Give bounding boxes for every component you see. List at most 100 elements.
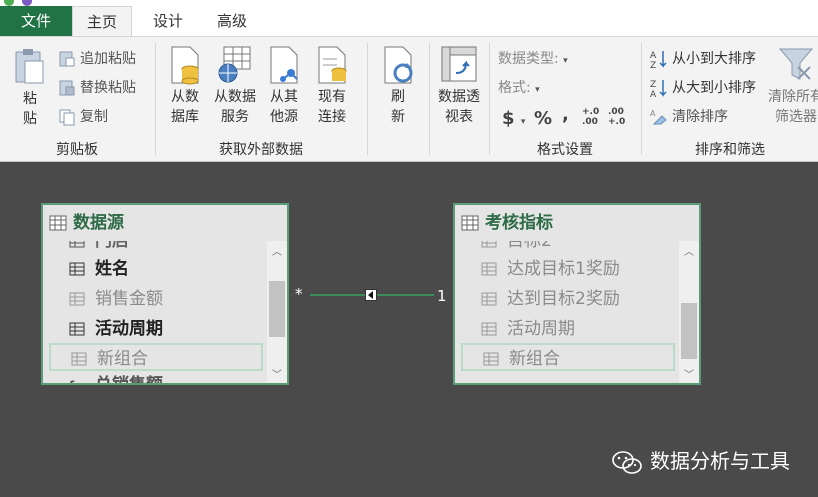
clear-sort-button[interactable]: A 清除排序 — [650, 105, 728, 129]
vertical-scrollbar[interactable]: ︿ ﹀ — [267, 241, 287, 383]
other-sources-icon — [270, 46, 298, 84]
format-group: 数据类型: ▾ 格式: ▾ $ ▾ % , +.0 .00 .00 +.0 格式… — [490, 37, 640, 163]
table-icon — [49, 215, 67, 231]
paste-label: 粘贴 — [23, 91, 37, 127]
column-label: 总销售额 — [95, 375, 163, 383]
sort-descending-button[interactable]: Z A 从大到小排序 — [650, 76, 756, 100]
column-item[interactable]: fx 总销售额 — [49, 371, 263, 383]
table-card-header[interactable]: 数据源 — [43, 205, 287, 241]
column-item-selected[interactable]: 新组合 — [49, 343, 263, 371]
increase-decimal-button[interactable]: +.0 .00 — [582, 107, 604, 131]
column-icon — [481, 262, 497, 276]
existing-connections-label: 现有连接 — [318, 89, 346, 125]
pivot-table-button[interactable]: 数据透视表 — [434, 45, 484, 127]
table-card-data-source[interactable]: 数据源 门店 姓名 销售金额 活动周期 新组合 fx 总销售额 ︿ ﹀ — [41, 203, 289, 385]
chevron-down-icon: ▾ — [535, 85, 540, 95]
clear-all-filters-button[interactable]: 清除所有筛选器 — [768, 45, 818, 127]
chevron-up-icon[interactable]: ︿ — [267, 243, 287, 258]
column-label: 活动周期 — [507, 319, 575, 339]
refresh-icon — [384, 46, 413, 84]
data-service-icon — [218, 46, 251, 83]
from-database-button[interactable]: 从数据库 — [162, 45, 208, 127]
column-icon — [71, 352, 87, 366]
column-icon — [69, 322, 85, 336]
copy-button[interactable]: 复制 — [58, 105, 108, 129]
copy-icon — [59, 109, 75, 126]
column-item[interactable]: 门店 — [49, 241, 263, 255]
column-item[interactable]: 目标2 — [461, 241, 675, 255]
column-icon — [481, 292, 497, 306]
refresh-button[interactable]: 刷新 — [378, 45, 418, 127]
column-icon — [69, 262, 85, 276]
column-icon — [69, 241, 85, 248]
column-item[interactable]: 活动周期 — [461, 315, 675, 343]
column-label: 新组合 — [97, 349, 148, 369]
column-label: 姓名 — [95, 259, 129, 279]
tab-advanced[interactable]: 高级 — [204, 6, 260, 36]
paste-replace-button[interactable]: 替换粘贴 — [58, 76, 136, 100]
sort-ascending-button[interactable]: A Z 从小到大排序 — [650, 47, 756, 71]
column-label: 达成目标1奖励 — [507, 259, 620, 279]
chevron-up-icon[interactable]: ︿ — [679, 243, 699, 258]
from-other-sources-button[interactable]: 从其他源 — [262, 45, 306, 127]
vertical-scrollbar[interactable]: ︿ ﹀ — [679, 241, 699, 383]
column-icon — [483, 352, 499, 366]
column-item[interactable]: 活动周期 — [49, 315, 263, 343]
chevron-down-icon[interactable]: ﹀ — [267, 366, 287, 381]
column-list: 门店 姓名 销售金额 活动周期 新组合 fx 总销售额 — [43, 241, 267, 383]
format-group-label: 格式设置 — [537, 142, 593, 158]
from-data-service-button[interactable]: 从数据服务 — [210, 45, 260, 127]
clear-filter-icon — [778, 48, 814, 80]
currency-button[interactable]: $ ▾ — [502, 107, 525, 131]
data-type-dropdown[interactable]: 数据类型: ▾ — [498, 47, 568, 71]
tab-file[interactable]: 文件 — [0, 6, 72, 36]
sort-filter-group: A Z 从小到大排序 Z A 从大到小排序 A 清除排序 清除所有筛选器 排序和筛选 — [642, 37, 818, 163]
paste-replace-label: 替换粘贴 — [80, 80, 136, 96]
format-dropdown[interactable]: 格式: ▾ — [498, 76, 540, 100]
svg-text:fx: fx — [69, 379, 82, 383]
comma-button[interactable]: , — [562, 103, 569, 127]
scrollbar-thumb[interactable] — [269, 281, 285, 337]
external-data-group: 从数据库 从数据服务 从其他源 现有连接 获取外部数据 — [156, 37, 366, 163]
refresh-group: 刷新 — [368, 37, 428, 163]
relationship-many-label: * — [295, 285, 303, 303]
svg-text:A: A — [650, 90, 657, 98]
refresh-label: 刷新 — [391, 89, 405, 125]
pivot-group: 数据透视表 — [430, 37, 488, 163]
column-item[interactable]: 达到目标2奖励 — [461, 285, 675, 313]
clear-sort-icon: A — [650, 109, 667, 125]
chevron-down-icon[interactable]: ﹀ — [679, 366, 699, 381]
measure-icon: fx — [69, 379, 82, 383]
column-item[interactable]: 销售金额 — [49, 285, 263, 313]
format-label: 格式: — [498, 80, 531, 96]
existing-connections-button[interactable]: 现有连接 — [310, 45, 354, 127]
percent-button[interactable]: % — [534, 107, 552, 131]
column-item[interactable]: 姓名 — [49, 255, 263, 283]
relationship-one-label: 1 — [437, 287, 447, 305]
pivot-table-icon — [441, 46, 477, 82]
watermark-text: 数据分析与工具 — [650, 449, 790, 473]
column-label: 新组合 — [509, 349, 560, 369]
sort-descending-icon: ZA — [650, 80, 667, 98]
paste-append-button[interactable]: 追加粘贴 — [58, 47, 136, 71]
column-item[interactable]: 达成目标1奖励 — [461, 255, 675, 283]
wechat-icon — [612, 450, 642, 474]
table-card-kpi[interactable]: 考核指标 目标2 达成目标1奖励 达到目标2奖励 活动周期 新组合 ︿ ﹀ — [453, 203, 701, 385]
column-item-selected[interactable]: 新组合 — [461, 343, 675, 371]
svg-text:Z: Z — [650, 61, 656, 69]
clipboard-group: 粘贴 追加粘贴 替换粘贴 复制 剪贴板 — [0, 37, 154, 163]
paste-append-label: 追加粘贴 — [80, 51, 136, 67]
clear-sort-label: 清除排序 — [672, 109, 728, 125]
ribbon: 粘贴 追加粘贴 替换粘贴 复制 剪贴板 从数据库 从数据服务 从其他源 现有连接… — [0, 36, 818, 162]
pivot-table-label: 数据透视表 — [438, 89, 480, 125]
column-label: 门店 — [95, 241, 129, 251]
decrease-decimal-button[interactable]: .00 +.0 — [608, 107, 630, 131]
table-card-header[interactable]: 考核指标 — [455, 205, 699, 241]
tab-home[interactable]: 主页 — [72, 6, 132, 36]
relationship-direction-icon[interactable] — [365, 289, 377, 301]
tab-design[interactable]: 设计 — [140, 6, 196, 36]
svg-text:Z: Z — [650, 80, 656, 90]
paste-button[interactable]: 粘贴 — [10, 47, 50, 129]
watermark: 数据分析与工具 — [612, 446, 790, 476]
scrollbar-thumb[interactable] — [681, 303, 697, 359]
